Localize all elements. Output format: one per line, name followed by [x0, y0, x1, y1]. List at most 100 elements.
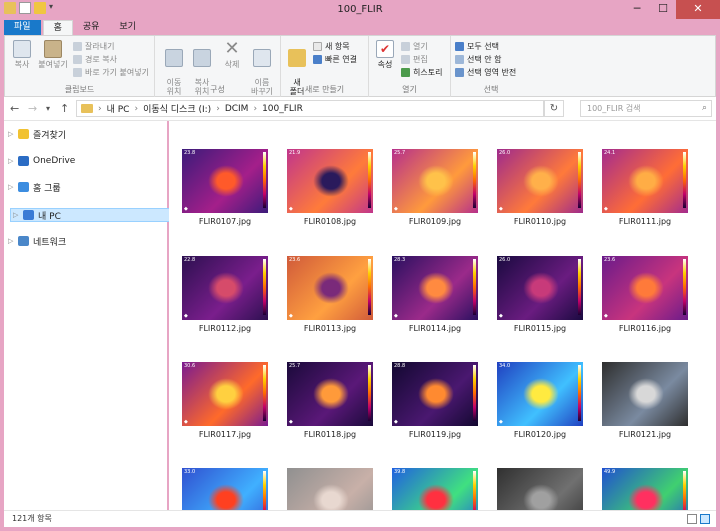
temperature-readout: 26.0	[499, 150, 511, 156]
select-all-button[interactable]: 모두 선택	[455, 41, 499, 52]
paste-button[interactable]: 붙여넣기	[37, 40, 69, 69]
up-button[interactable]: ↑	[60, 102, 69, 115]
breadcrumb-dcim[interactable]: DCIM	[225, 104, 249, 114]
copy-button[interactable]: 복사	[9, 40, 35, 69]
invert-selection-button[interactable]: 선택 영역 반전	[455, 67, 516, 78]
file-name: FLIR0117.jpg	[198, 430, 252, 439]
file-item[interactable]: 33.0◆	[175, 468, 275, 510]
select-all-icon	[455, 42, 464, 51]
flir-logo: ◆	[604, 313, 608, 319]
maximize-button[interactable]: ☐	[650, 0, 676, 19]
color-scale-bar	[473, 471, 476, 510]
edit-button[interactable]: 편집	[401, 54, 428, 65]
thumbnail-image: 23.6 ◆	[287, 256, 373, 320]
expand-arrow-icon[interactable]: ▷	[8, 183, 14, 191]
file-item[interactable]	[490, 468, 590, 510]
file-item[interactable]: 34.0 ◆ FLIR0120.jpg	[490, 362, 590, 439]
file-item[interactable]: 24.1 ◆ FLIR0111.jpg	[595, 149, 695, 226]
breadcrumb-this-pc[interactable]: 내 PC	[107, 102, 130, 115]
file-item[interactable]: 25.7 ◆ FLIR0118.jpg	[280, 362, 380, 439]
recent-locations-button[interactable]: ▾	[46, 104, 50, 113]
copy-path-button[interactable]: 경로 복사	[73, 54, 117, 65]
minimize-button[interactable]: ─	[624, 0, 650, 19]
temperature-readout: 22.8	[184, 257, 196, 263]
properties-button[interactable]: ✔ 속성	[373, 40, 397, 69]
file-name: FLIR0120.jpg	[513, 430, 567, 439]
hotspot	[313, 165, 349, 197]
forward-button[interactable]: →	[28, 102, 37, 115]
select-none-button[interactable]: 선택 안 함	[455, 54, 502, 65]
back-button[interactable]: ←	[10, 102, 19, 115]
file-item[interactable]: 23.6 ◆ FLIR0116.jpg	[595, 256, 695, 333]
file-item[interactable]: 23.6 ◆ FLIR0113.jpg	[280, 256, 380, 333]
file-item[interactable]: FLIR0121.jpg	[595, 362, 695, 439]
close-button[interactable]: ✕	[676, 0, 720, 19]
search-input[interactable]: 100_FLIR 검색 ⌕	[580, 100, 712, 117]
move-to-icon	[165, 49, 183, 67]
status-bar: 121개 항목	[4, 510, 716, 527]
color-scale-bar	[368, 365, 371, 421]
file-item[interactable]: 28.3 ◆ FLIR0114.jpg	[385, 256, 485, 333]
chevron-right-icon: ›	[134, 103, 139, 114]
open-icon	[401, 42, 410, 51]
temperature-readout: 21.9	[289, 150, 301, 156]
hotspot	[313, 378, 349, 410]
new-item-button[interactable]: 새 항목	[313, 41, 350, 52]
hotspot	[628, 272, 664, 304]
cut-button[interactable]: 잘라내기	[73, 41, 114, 52]
scissors-icon	[73, 42, 82, 51]
file-name: FLIR0107.jpg	[198, 217, 252, 226]
thumbnail-image: 34.0 ◆	[497, 362, 583, 426]
nav-item-2[interactable]: ▷ 홈 그룹	[8, 180, 61, 194]
expand-arrow-icon[interactable]: ▷	[8, 130, 14, 138]
file-item[interactable]	[280, 468, 380, 510]
temperature-readout: 34.0	[499, 363, 511, 369]
hotspot	[523, 165, 559, 197]
easy-access-button[interactable]: 빠른 연결	[313, 54, 357, 65]
paste-shortcut-icon	[73, 68, 82, 77]
temperature-readout: 33.0	[184, 469, 196, 475]
address-bar[interactable]: › 내 PC › 이동식 디스크 (I:) › DCIM › 100_FLIR	[76, 100, 544, 117]
details-view-icon[interactable]	[687, 514, 697, 524]
expand-arrow-icon[interactable]: ▷	[13, 211, 19, 219]
file-item[interactable]: 23.8 ◆ FLIR0107.jpg	[175, 149, 275, 226]
open-button[interactable]: 열기	[401, 41, 428, 52]
breadcrumb-removable-disk[interactable]: 이동식 디스크 (I:)	[143, 102, 211, 115]
address-toolbar: ← → ▾ ↑ › 내 PC › 이동식 디스크 (I:) › DCIM › 1…	[4, 97, 716, 121]
history-button[interactable]: 히스토리	[401, 67, 442, 78]
expand-arrow-icon[interactable]: ▷	[8, 157, 14, 165]
delete-button[interactable]: ✕ 삭제	[219, 38, 245, 70]
nav-item-0[interactable]: ▷ 즐겨찾기	[8, 127, 66, 141]
breadcrumb-100-flir[interactable]: 100_FLIR	[262, 104, 303, 114]
nav-item-1[interactable]: ▷ OneDrive	[8, 154, 75, 168]
tab-home[interactable]: 홈	[42, 20, 73, 35]
tab-view[interactable]: 보기	[109, 20, 146, 35]
file-item[interactable]: 28.8 ◆ FLIR0119.jpg	[385, 362, 485, 439]
nav-item-4[interactable]: ▷ 네트워크	[8, 234, 66, 248]
file-item[interactable]: 26.0 ◆ FLIR0110.jpg	[490, 149, 590, 226]
large-icons-view-icon[interactable]	[700, 514, 710, 524]
file-item[interactable]: 39.8◆	[385, 468, 485, 510]
ribbon-tabs: 파일 홈 공유 보기	[4, 20, 146, 35]
file-item[interactable]: 21.9 ◆ FLIR0108.jpg	[280, 149, 380, 226]
color-scale-bar	[683, 259, 686, 315]
flir-logo: ◆	[394, 419, 398, 425]
paste-shortcut-button[interactable]: 바로 가기 붙여넣기	[73, 67, 149, 78]
delete-icon: ✕	[224, 38, 240, 59]
file-item[interactable]: 26.0 ◆ FLIR0115.jpg	[490, 256, 590, 333]
color-scale-bar	[368, 259, 371, 315]
file-item[interactable]: 49.9◆	[595, 468, 695, 510]
copy-to-icon	[193, 49, 211, 67]
expand-arrow-icon[interactable]: ▷	[8, 237, 14, 245]
thumbnail-image: 23.6 ◆	[602, 256, 688, 320]
tab-file[interactable]: 파일	[4, 20, 41, 35]
flir-logo: ◆	[394, 206, 398, 212]
nav-item-3[interactable]: ▷ 내 PC	[10, 208, 171, 222]
file-item[interactable]: 22.8 ◆ FLIR0112.jpg	[175, 256, 275, 333]
tab-share[interactable]: 공유	[73, 20, 110, 35]
file-item[interactable]: 30.6 ◆ FLIR0117.jpg	[175, 362, 275, 439]
color-scale-bar	[263, 365, 266, 421]
thumbnail-image: 49.9◆	[602, 468, 688, 510]
file-item[interactable]: 25.7 ◆ FLIR0109.jpg	[385, 149, 485, 226]
refresh-button[interactable]: ↻	[544, 100, 564, 117]
